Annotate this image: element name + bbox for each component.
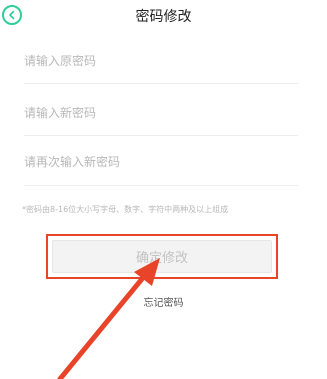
old-password-input[interactable] (24, 49, 294, 73)
page-title: 密码修改 (135, 9, 192, 25)
divider (24, 185, 298, 186)
divider (24, 83, 298, 84)
new-password-input[interactable] (24, 101, 294, 125)
confirm-change-button[interactable]: 确定修改 (52, 240, 272, 273)
chevron-left-icon (9, 10, 15, 20)
password-rule-hint: *密码由8-16位大小写字母、数字、字符中两种及以上组成 (22, 205, 229, 214)
divider (24, 135, 298, 136)
forgot-password-link[interactable]: 忘记密码 (0, 294, 327, 309)
back-button[interactable] (2, 5, 22, 25)
confirm-password-input[interactable] (24, 150, 294, 174)
top-bar: 密码修改 (0, 0, 327, 34)
